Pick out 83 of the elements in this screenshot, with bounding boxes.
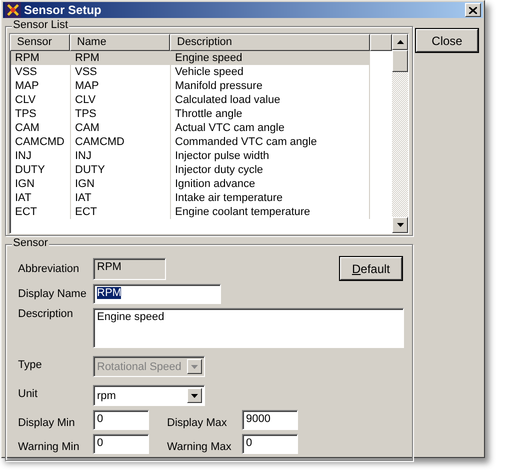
input-field[interactable]: RPM: [93, 284, 221, 304]
table-cell: MAP: [11, 79, 71, 93]
list-row[interactable]: RPM RPM Engine speed: [11, 51, 370, 65]
scroll-up-icon[interactable]: [392, 34, 408, 50]
table-cell: Commanded VTC cam angle: [171, 135, 370, 149]
table-cell: Manifold pressure: [171, 79, 370, 93]
column-header[interactable]: Name: [70, 34, 170, 51]
table-cell: TPS: [71, 107, 171, 121]
table-cell: Vehicle speed: [171, 65, 370, 79]
table-cell: INJ: [11, 149, 71, 163]
table-cell: CLV: [11, 93, 71, 107]
field-label: Abbreviation: [18, 262, 80, 274]
read-only-field: RPM: [93, 258, 166, 280]
field-label: Type: [18, 358, 43, 370]
scrollbar[interactable]: [392, 34, 408, 233]
table-cell: VSS: [11, 65, 71, 79]
table-cell: Calculated load value: [171, 93, 370, 107]
table-cell: CAM: [71, 121, 171, 135]
field-label: Display Min: [18, 417, 76, 429]
list-row[interactable]: CLV CLV Calculated load value: [11, 93, 392, 107]
field-label: Display Name: [18, 288, 88, 300]
app-icon: [5, 2, 21, 18]
table-cell: CAMCMD: [11, 135, 71, 149]
scroll-down-icon[interactable]: [392, 217, 408, 233]
field-label: Display Max: [167, 417, 228, 429]
caret-icon: [191, 394, 198, 398]
table-cell: DUTY: [71, 163, 171, 177]
input-field[interactable]: 0: [93, 434, 149, 454]
group-title: Sensor: [12, 237, 49, 249]
table-cell: Injector duty cycle: [171, 163, 370, 177]
table-cell: IGN: [71, 177, 171, 191]
table-cell: IAT: [71, 191, 171, 205]
list-row[interactable]: TPS TPS Throttle angle: [11, 107, 392, 121]
caret-icon: [191, 364, 198, 368]
dropdown[interactable]: rpm: [93, 385, 205, 406]
table-cell: IGN: [11, 177, 71, 191]
text-area[interactable]: Engine speed: [93, 308, 404, 348]
list-row[interactable]: CAMCMD CAMCMD Commanded VTC cam angle: [11, 135, 392, 149]
table-cell: DUTY: [11, 163, 71, 177]
table-cell: Intake air temperature: [171, 191, 370, 205]
input-field[interactable]: 0: [242, 434, 298, 454]
close-icon[interactable]: [465, 3, 481, 17]
table-cell: Injector pulse width: [171, 149, 370, 163]
list-row[interactable]: INJ INJ Injector pulse width: [11, 149, 392, 163]
table-cell: ECT: [71, 205, 171, 219]
input-field[interactable]: 9000: [242, 410, 298, 430]
list-row[interactable]: ECT ECT Engine coolant temperature: [11, 205, 392, 219]
window-title: Sensor Setup: [24, 3, 102, 17]
table-cell: INJ: [71, 149, 171, 163]
dropdown-button[interactable]: [187, 388, 202, 403]
default-button[interactable]: Default: [340, 257, 402, 280]
table-cell: RPM: [71, 51, 171, 65]
list-row[interactable]: IAT IAT Intake air temperature: [11, 191, 392, 205]
column-header[interactable]: [370, 34, 392, 51]
input-field[interactable]: 0: [93, 410, 149, 430]
table-cell: Actual VTC cam angle: [171, 121, 370, 135]
column-header[interactable]: Description: [170, 34, 370, 51]
list-row[interactable]: CAM CAM Actual VTC cam angle: [11, 121, 392, 135]
table-cell: CLV: [71, 93, 171, 107]
scroll-thumb[interactable]: [392, 50, 408, 72]
table-cell: IAT: [11, 191, 71, 205]
table-cell: MAP: [71, 79, 171, 93]
table-cell: CAM: [11, 121, 71, 135]
table-cell: VSS: [71, 65, 171, 79]
list-row[interactable]: MAP MAP Manifold pressure: [11, 79, 392, 93]
table-cell: Throttle angle: [171, 107, 370, 121]
table-cell: Engine coolant temperature: [171, 205, 370, 219]
field-label: Warning Max: [167, 441, 232, 453]
table-cell: Engine speed: [171, 51, 370, 65]
table-cell: ECT: [11, 205, 71, 219]
close-button[interactable]: Close: [416, 29, 478, 52]
list-row[interactable]: DUTY DUTY Injector duty cycle: [11, 163, 392, 177]
table-cell: RPM: [11, 51, 71, 65]
field-label: Description: [18, 308, 74, 320]
table-cell: Ignition advance: [171, 177, 370, 191]
column-header[interactable]: Sensor: [10, 34, 70, 51]
list-row[interactable]: VSS VSS Vehicle speed: [11, 65, 392, 79]
group-title: Sensor List: [12, 19, 70, 31]
field-label: Unit: [18, 388, 39, 400]
table-cell: TPS: [11, 107, 71, 121]
list-row[interactable]: IGN IGN Ignition advance: [11, 177, 392, 191]
field-label: Warning Min: [18, 441, 80, 453]
table-cell: CAMCMD: [71, 135, 171, 149]
